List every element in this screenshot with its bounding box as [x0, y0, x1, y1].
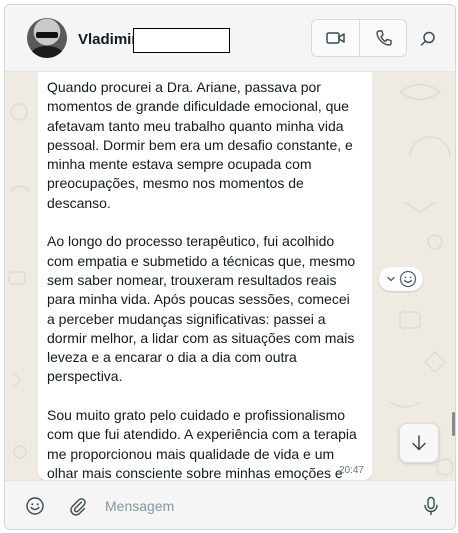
- paperclip-icon: [70, 498, 86, 516]
- message-text: Quando procurei a Dra. Ariane, passava p…: [47, 79, 357, 480]
- smiley-icon: [26, 497, 44, 515]
- emoji-button[interactable]: [23, 494, 47, 518]
- video-camera-icon: [325, 32, 345, 44]
- reaction-button[interactable]: [379, 267, 423, 291]
- contact-name[interactable]: Vladimir: [78, 31, 137, 48]
- search-button[interactable]: [416, 27, 440, 51]
- message-timestamp: 20:47: [338, 465, 364, 476]
- attach-button[interactable]: [66, 494, 90, 518]
- microphone-button[interactable]: [419, 494, 443, 518]
- chat-scrollbar-thumb[interactable]: [452, 412, 455, 436]
- chat-area[interactable]: Quando procurei a Dra. Ariane, passava p…: [5, 72, 455, 480]
- chat-header: Vladimir: [5, 5, 455, 72]
- contact-avatar[interactable]: [27, 18, 67, 58]
- avatar-sunglasses: [36, 32, 58, 38]
- chat-window: Vladimir Quando procurei a Dra. Ariane, …: [4, 4, 456, 530]
- message-composer: [5, 480, 455, 529]
- redaction-box: [133, 28, 230, 53]
- chevron-down-icon: [387, 276, 395, 282]
- message-bubble[interactable]: Quando procurei a Dra. Ariane, passava p…: [38, 72, 372, 480]
- smiley-icon: [399, 270, 417, 288]
- arrow-down-icon: [412, 435, 426, 451]
- video-call-button[interactable]: [312, 20, 359, 56]
- phone-icon: [375, 30, 392, 46]
- scroll-to-bottom-button[interactable]: [399, 423, 439, 463]
- search-icon: [420, 31, 435, 46]
- avatar-shoulders: [31, 46, 63, 58]
- microphone-icon: [424, 496, 438, 516]
- call-buttons-group: [311, 19, 407, 57]
- message-input[interactable]: [105, 493, 405, 519]
- voice-call-button[interactable]: [360, 20, 407, 56]
